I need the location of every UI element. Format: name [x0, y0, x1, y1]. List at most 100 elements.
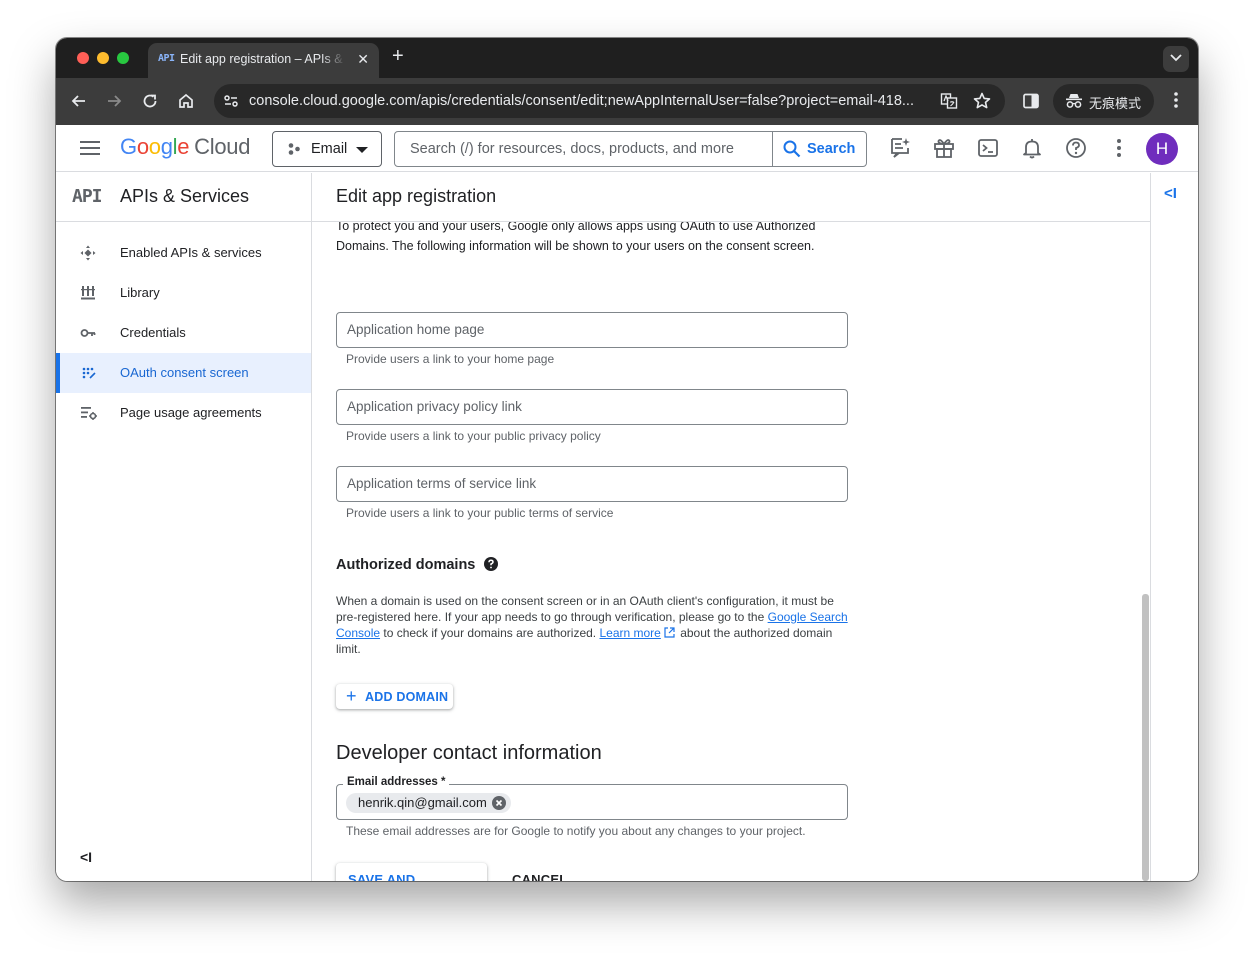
- site-info-icon[interactable]: [222, 92, 240, 110]
- search-icon: [783, 140, 801, 158]
- address-bar[interactable]: console.cloud.google.com/apis/credential…: [214, 84, 1005, 118]
- logo-letter: g: [160, 134, 173, 159]
- more-vert-icon[interactable]: [1113, 137, 1125, 159]
- main-content: Edit app registration To protect you and…: [312, 173, 1150, 881]
- right-panel: <I: [1150, 173, 1198, 881]
- authorized-domains-title: Authorized domains: [336, 557, 476, 573]
- home-icon[interactable]: [177, 92, 195, 110]
- email-hint: These email addresses are for Google to …: [346, 824, 806, 838]
- sidebar-item-page-usage[interactable]: Page usage agreements: [56, 393, 311, 433]
- search-input[interactable]: Search (/) for resources, docs, products…: [410, 141, 755, 157]
- avatar[interactable]: H: [1146, 133, 1178, 165]
- cancel-button[interactable]: CANCEL: [512, 872, 567, 881]
- search-button-label: Search: [807, 141, 856, 157]
- add-domain-button[interactable]: + ADD DOMAIN: [336, 684, 453, 709]
- save-and-continue-button[interactable]: SAVE AND CONTINUE: [336, 863, 487, 881]
- gift-icon[interactable]: [933, 137, 955, 159]
- tab-title: Edit app registration – APIs & Services …: [180, 52, 346, 66]
- browser-window: API Edit app registration – APIs & Servi…: [56, 38, 1198, 881]
- sidebar-title: APIs & Services: [120, 186, 250, 206]
- minimize-window-button[interactable]: [97, 52, 109, 64]
- notifications-icon[interactable]: [1021, 137, 1043, 159]
- expand-panel-button[interactable]: <I: [1164, 185, 1177, 202]
- save-button-label: SAVE AND CONTINUE: [348, 872, 416, 881]
- privacy-policy-field[interactable]: Application privacy policy link: [336, 389, 848, 425]
- scrollbar-thumb[interactable]: [1142, 594, 1149, 881]
- home-page-field[interactable]: Application home page: [336, 312, 848, 348]
- tab-strip: API Edit app registration – APIs & Servi…: [56, 38, 1198, 78]
- email-chip[interactable]: henrik.qin@gmail.com: [346, 793, 511, 813]
- incognito-indicator[interactable]: 无痕模式: [1053, 84, 1154, 118]
- search-button[interactable]: Search: [772, 132, 866, 166]
- external-link-icon: [664, 627, 675, 638]
- logo-letter: o: [136, 134, 149, 159]
- field-label: Application terms of service link: [347, 476, 537, 491]
- browser-tab[interactable]: API Edit app registration – APIs & Servi…: [148, 43, 379, 78]
- page-header: Edit app registration: [312, 173, 1150, 222]
- scrollbar[interactable]: [1140, 223, 1150, 881]
- new-tab-button[interactable]: +: [392, 46, 404, 66]
- forward-icon[interactable]: [105, 92, 123, 110]
- tab-search-button[interactable]: [1163, 46, 1189, 72]
- library-icon: [81, 286, 95, 300]
- logo-cloud-text: Cloud: [194, 134, 251, 159]
- maximize-window-button[interactable]: [117, 52, 129, 64]
- page-title: Edit app registration: [336, 186, 497, 206]
- left-sidebar: API APIs & Services Enabled APIs & servi…: [56, 173, 312, 881]
- sidebar-item-credentials[interactable]: Credentials: [56, 313, 311, 353]
- authorized-domains-description: When a domain is used on the consent scr…: [336, 593, 848, 657]
- collapse-sidebar-button[interactable]: <I: [80, 849, 92, 865]
- caret-down-icon: [356, 147, 368, 153]
- project-picker[interactable]: Email: [272, 131, 382, 167]
- gemini-chat-icon[interactable]: [889, 137, 911, 159]
- url-text[interactable]: console.cloud.google.com/apis/credential…: [249, 93, 914, 109]
- sidebar-item-library[interactable]: Library: [56, 273, 311, 313]
- search-box[interactable]: Search (/) for resources, docs, products…: [394, 131, 867, 167]
- enabled-apis-icon: [80, 245, 96, 261]
- description-text: When a domain is used on the consent scr…: [336, 594, 834, 624]
- chevron-down-icon: [1170, 54, 1182, 62]
- browser-toolbar: console.cloud.google.com/apis/credential…: [56, 78, 1198, 125]
- sidebar-item-label: Page usage agreements: [120, 405, 262, 420]
- help-icon[interactable]: [1065, 137, 1087, 159]
- side-panel-icon[interactable]: [1022, 92, 1040, 110]
- field-hint: Provide users a link to your public term…: [346, 506, 614, 520]
- reload-icon[interactable]: [141, 92, 159, 110]
- logo-letter: G: [120, 134, 137, 159]
- terms-of-service-field[interactable]: Application terms of service link: [336, 466, 848, 502]
- back-icon[interactable]: [70, 92, 88, 110]
- field-hint: Provide users a link to your home page: [346, 352, 555, 366]
- sidebar-item-label: Credentials: [120, 325, 186, 340]
- field-label: Application privacy policy link: [347, 399, 522, 414]
- sidebar-item-label: OAuth consent screen: [120, 365, 249, 380]
- settings-list-icon: [81, 407, 97, 420]
- star-icon[interactable]: [972, 91, 992, 111]
- incognito-label: 无痕模式: [1089, 96, 1142, 111]
- field-label: Application home page: [347, 322, 485, 337]
- incognito-icon: [1066, 94, 1082, 108]
- translate-icon[interactable]: [940, 92, 958, 110]
- sidebar-item-label: Library: [120, 285, 160, 300]
- remove-chip-icon[interactable]: [492, 796, 506, 810]
- description-text: to check if your domains are authorized.: [380, 626, 600, 640]
- oauth-icon: [82, 367, 96, 379]
- close-window-button[interactable]: [77, 52, 89, 64]
- question-icon[interactable]: [484, 557, 498, 571]
- sidebar-item-oauth-consent[interactable]: OAuth consent screen: [56, 353, 311, 393]
- menu-icon[interactable]: [80, 141, 100, 155]
- plus-icon: +: [346, 686, 357, 706]
- cloud-shell-icon[interactable]: [977, 137, 999, 159]
- tab-close-icon[interactable]: ✕: [357, 51, 369, 68]
- project-name: Email: [311, 141, 348, 157]
- logo-letter: o: [148, 134, 161, 159]
- developer-contact-title: Developer contact information: [336, 742, 602, 764]
- project-icon: [288, 143, 300, 155]
- learn-more-link[interactable]: Learn more: [599, 626, 660, 640]
- more-vert-icon[interactable]: [1168, 90, 1184, 110]
- google-cloud-logo[interactable]: Google Cloud: [120, 134, 250, 160]
- email-addresses-field[interactable]: Email addresses * henrik.qin@gmail.com: [336, 776, 848, 820]
- sidebar-item-enabled-apis[interactable]: Enabled APIs & services: [56, 233, 311, 273]
- key-icon: [80, 329, 96, 337]
- tab-favicon: API: [158, 53, 175, 64]
- email-chip-text: henrik.qin@gmail.com: [358, 795, 487, 810]
